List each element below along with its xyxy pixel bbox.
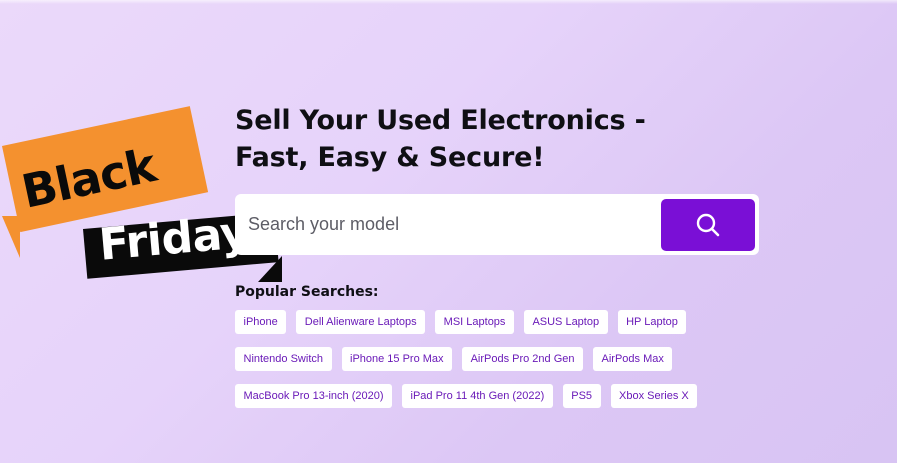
chip-asus-laptop[interactable]: ASUS Laptop [523, 310, 608, 334]
friday-tag-tail [258, 256, 282, 282]
chip-row-1: iPhone Dell Alienware Laptops MSI Laptop… [235, 310, 835, 334]
chip-row-2: Nintendo Switch iPhone 15 Pro Max AirPod… [235, 347, 835, 371]
chip-airpods-max[interactable]: AirPods Max [593, 347, 673, 371]
black-tag-tail [2, 216, 20, 258]
popular-searches-list: iPhone Dell Alienware Laptops MSI Laptop… [235, 310, 835, 421]
search-icon [696, 213, 720, 237]
chip-airpods-pro-2nd-gen[interactable]: AirPods Pro 2nd Gen [462, 347, 584, 371]
chip-macbook-pro-13-2020[interactable]: MacBook Pro 13-inch (2020) [235, 384, 393, 408]
chip-xbox-series-x[interactable]: Xbox Series X [610, 384, 698, 408]
chip-iphone[interactable]: iPhone [235, 310, 287, 334]
page-title: Sell Your Used Electronics - Fast, Easy … [235, 102, 795, 176]
headline-line1: Sell Your Used Electronics - [235, 105, 646, 136]
top-shadow [0, 0, 897, 4]
chip-iphone-15-pro-max[interactable]: iPhone 15 Pro Max [341, 347, 453, 371]
chip-ipad-pro-11-4th-gen[interactable]: iPad Pro 11 4th Gen (2022) [402, 384, 553, 408]
headline-line2: Fast, Easy & Secure! [235, 142, 545, 173]
chip-dell-alienware-laptops[interactable]: Dell Alienware Laptops [296, 310, 426, 334]
search-input[interactable] [235, 194, 655, 255]
chip-nintendo-switch[interactable]: Nintendo Switch [235, 347, 332, 371]
chip-msi-laptops[interactable]: MSI Laptops [435, 310, 514, 334]
hero: Sell Your Used Electronics - Fast, Easy … [235, 102, 795, 176]
search-button[interactable] [661, 199, 755, 251]
chip-ps5[interactable]: PS5 [562, 384, 601, 408]
chip-row-3: MacBook Pro 13-inch (2020) iPad Pro 11 4… [235, 384, 835, 408]
chip-hp-laptop[interactable]: HP Laptop [617, 310, 687, 334]
popular-searches-title: Popular Searches: [235, 284, 379, 300]
